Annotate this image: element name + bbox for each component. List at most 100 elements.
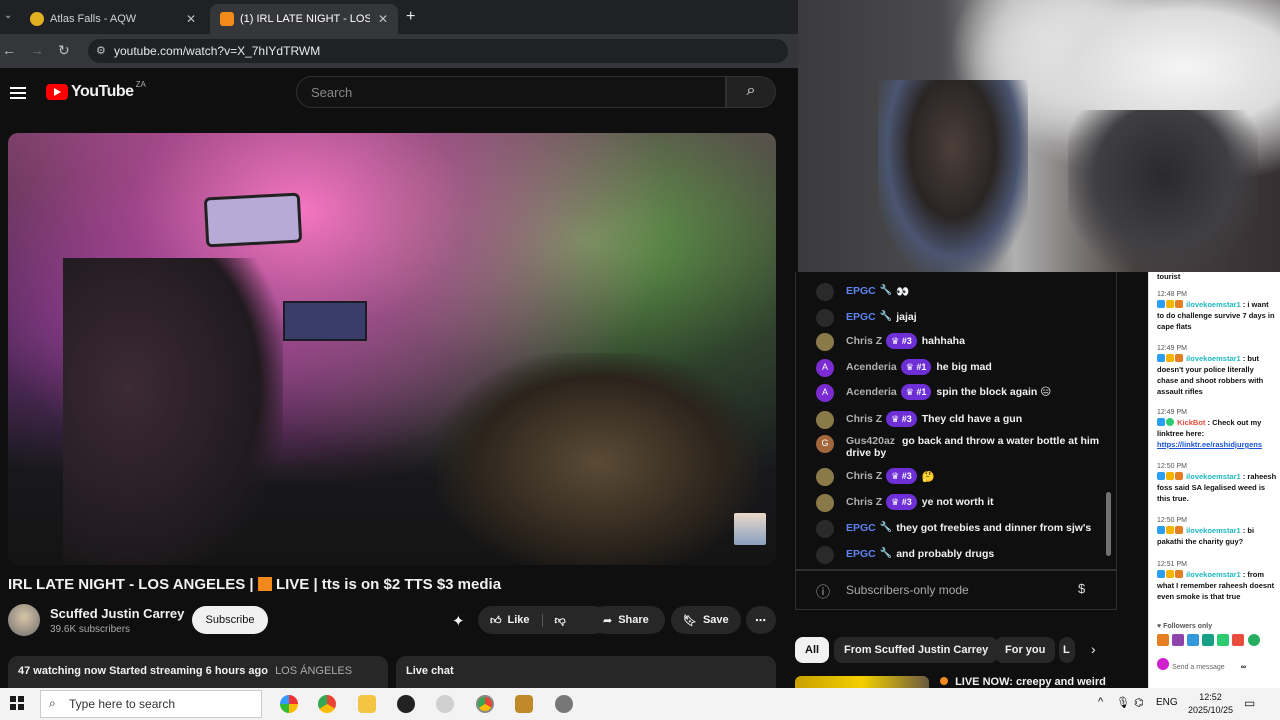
menu-icon[interactable]: [10, 84, 26, 102]
chip-more[interactable]: L: [1059, 637, 1075, 663]
chrome-profile-icon[interactable]: [476, 695, 494, 713]
info-icon[interactable]: ⓘ: [816, 582, 830, 602]
send-message-input[interactable]: Send a message: [1172, 664, 1225, 671]
passenger-shape: [438, 353, 758, 565]
site-settings-icon[interactable]: ⚙: [96, 44, 106, 57]
subscribe-button[interactable]: Subscribe: [192, 606, 268, 634]
taskbar-search-input[interactable]: ⌕ Type here to search: [40, 690, 262, 718]
tab-list-icon[interactable]: ⌄: [4, 10, 12, 21]
chat-avatar[interactable]: [816, 494, 834, 512]
chat-text: 🤔: [921, 471, 935, 483]
file-explorer-icon[interactable]: [358, 695, 376, 713]
chat-author[interactable]: EPGC: [846, 520, 876, 534]
chat-author[interactable]: Chris Z: [846, 411, 882, 425]
chrome-icon[interactable]: [318, 695, 336, 713]
share-button[interactable]: ➦ Share: [591, 606, 665, 634]
video-player[interactable]: [8, 133, 776, 565]
chip-all[interactable]: All: [795, 637, 830, 663]
chat-avatar[interactable]: [816, 520, 834, 538]
location-tag[interactable]: LOS ÁNGELES: [275, 665, 352, 677]
chat-author[interactable]: Chris Z: [846, 494, 882, 508]
chat-avatar[interactable]: [816, 546, 834, 564]
stream-favicon-icon: [220, 12, 234, 26]
gift-icon[interactable]: [1172, 634, 1185, 646]
gift-icon[interactable]: [1202, 634, 1215, 646]
language-indicator[interactable]: ENG: [1156, 697, 1178, 708]
microphone-icon[interactable]: 🎙︎: [1116, 696, 1130, 709]
chat-avatar[interactable]: [816, 468, 834, 486]
chat-avatar[interactable]: [816, 333, 834, 351]
chat-scrollbar[interactable]: [1106, 492, 1111, 556]
chat-author[interactable]: Chris Z: [846, 468, 882, 482]
channel-name[interactable]: Scuffed Justin Carrey: [50, 606, 184, 621]
like-button[interactable]: Like: [508, 614, 530, 626]
close-icon[interactable]: ✕: [378, 12, 388, 26]
gift-icon[interactable]: [1232, 634, 1245, 646]
search-button[interactable]: ⌕: [726, 76, 776, 108]
app-icon[interactable]: [436, 695, 454, 713]
browser-tab-bar: ⌄ Atlas Falls - AQW ✕ (1) IRL LATE NIGHT…: [0, 0, 798, 34]
badge-icon: [1157, 418, 1165, 427]
recommended-thumbnail[interactable]: [795, 676, 929, 688]
tk-user[interactable]: ilovekoemstar1: [1186, 300, 1241, 309]
chat-avatar[interactable]: [816, 283, 834, 301]
gift-icon[interactable]: [1157, 634, 1169, 646]
windows-start-icon[interactable]: [10, 696, 24, 710]
member-badge: ♛ #1: [900, 384, 932, 400]
search-input[interactable]: Search: [296, 76, 726, 108]
notifications-icon[interactable]: ▭: [1244, 696, 1255, 710]
gift-icon[interactable]: [1187, 634, 1200, 646]
reload-icon[interactable]: ↻: [58, 42, 70, 59]
member-badge: ♛ #3: [886, 333, 917, 349]
tk-user[interactable]: ilovekoemstar1: [1186, 526, 1241, 535]
game-icon[interactable]: [515, 695, 533, 713]
back-arrow-icon[interactable]: ←: [2, 42, 16, 58]
super-chat-icon[interactable]: $: [1078, 581, 1085, 596]
tab-atlas-falls[interactable]: Atlas Falls - AQW ✕: [20, 4, 206, 34]
obs-icon[interactable]: [397, 695, 415, 713]
chip-from-channel[interactable]: From Scuffed Justin Carrey: [834, 637, 999, 663]
channel-avatar[interactable]: [8, 604, 40, 636]
chat-avatar[interactable]: A: [816, 384, 834, 402]
tray-chevron-icon[interactable]: ^: [1098, 696, 1103, 708]
chat-avatar[interactable]: G: [816, 435, 834, 453]
chat-author[interactable]: Acenderia: [846, 359, 897, 373]
share-icon[interactable]: ∞: [1241, 662, 1246, 671]
clock[interactable]: 12:52 2025/10/25: [1188, 691, 1233, 716]
tk-user[interactable]: ilovekoemstar1: [1186, 354, 1241, 363]
chip-for-you[interactable]: For you: [995, 637, 1056, 663]
forward-arrow-icon[interactable]: →: [30, 42, 44, 58]
chat-avatar[interactable]: [816, 309, 834, 327]
chat-avatar[interactable]: [816, 411, 834, 429]
chat-avatar[interactable]: A: [816, 359, 834, 377]
tk-link[interactable]: https://linktr.ee/rashidjurgens: [1157, 440, 1262, 449]
chat-author[interactable]: Acenderia: [846, 384, 897, 398]
tab-youtube-stream[interactable]: (1) IRL LATE NIGHT - LOS A ✕: [210, 4, 398, 34]
gift-icon[interactable]: [1247, 634, 1260, 646]
gift-icon[interactable]: [1217, 634, 1230, 646]
tk-user[interactable]: KickBot: [1177, 418, 1205, 427]
chat-author[interactable]: EPGC: [846, 546, 876, 560]
channel-watermark[interactable]: [734, 513, 766, 545]
chat-author[interactable]: Chris Z: [846, 333, 882, 347]
thumbs-up-icon[interactable]: 👍︎: [490, 614, 502, 627]
chat-author[interactable]: EPGC: [846, 309, 876, 323]
new-tab-icon[interactable]: +: [406, 8, 415, 26]
copilot-icon[interactable]: [280, 695, 298, 713]
network-icon[interactable]: ⌬: [1134, 696, 1144, 709]
tk-user[interactable]: ilovekoemstar1: [1186, 570, 1241, 579]
thumbs-down-icon[interactable]: 👎︎: [541, 613, 566, 627]
app-icon[interactable]: [555, 695, 573, 713]
more-actions-button[interactable]: ⋯: [746, 606, 776, 634]
save-button[interactable]: 🔖︎ Save: [671, 606, 741, 634]
tk-user[interactable]: ilovekoemstar1: [1186, 472, 1241, 481]
chat-author[interactable]: EPGC: [846, 283, 876, 297]
recommended-title[interactable]: LIVE NOW: creepy and weird: [940, 676, 1106, 688]
chevron-right-icon[interactable]: ›: [1091, 641, 1096, 657]
super-thanks-icon[interactable]: ✦: [452, 612, 465, 630]
youtube-logo[interactable]: YouTube ZA: [46, 80, 146, 101]
close-icon[interactable]: ✕: [186, 12, 196, 26]
video-title-rest: LIVE | tts is on $2 TTS $3 media: [275, 576, 502, 593]
chat-message: Chris Z ♛ #3 hahhaha: [816, 333, 1106, 351]
url-field[interactable]: ⚙ youtube.com/watch?v=X_7hIYdTRWM: [88, 39, 788, 63]
